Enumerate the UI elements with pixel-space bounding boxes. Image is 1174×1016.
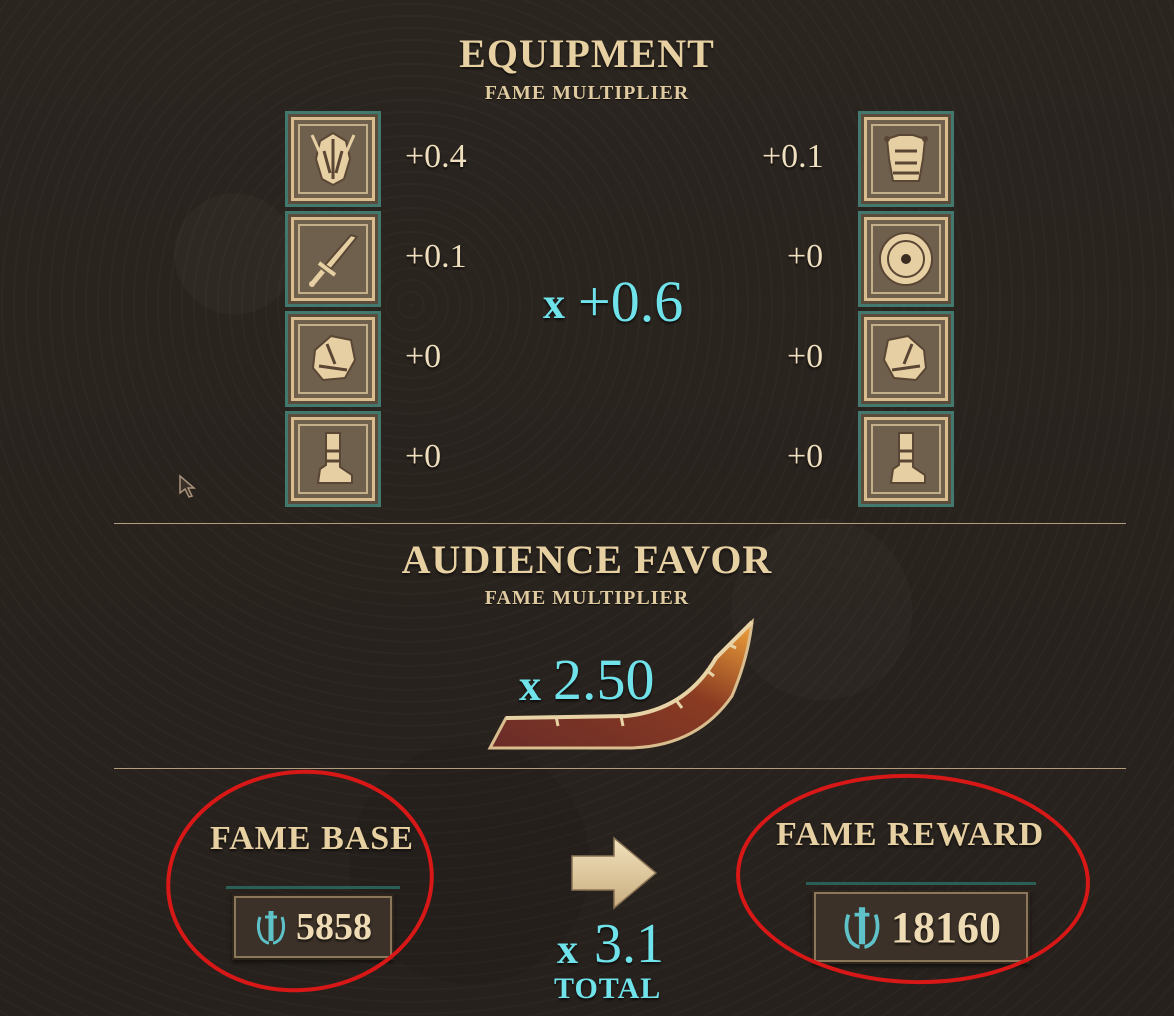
equipment-total-value: +0.6 [578,269,684,334]
equipment-slot-gauntlet-left[interactable] [285,311,381,407]
equipment-slot-helmet-left[interactable] [285,111,381,207]
equipment-title: EQUIPMENT [459,31,715,76]
cursor-icon [179,474,197,498]
sword-icon [309,233,359,287]
equipment-slot-chest-right[interactable] [858,111,954,207]
equipment-value-shield-right: +0 [787,238,824,275]
helmet-icon [310,131,356,187]
section-divider-top [114,523,1126,524]
arrow-right-icon [571,836,658,910]
equipment-value-gauntlet-right: +0 [787,338,824,375]
total-label: TOTAL [554,972,662,1005]
shield-icon [879,232,933,286]
equipment-value-chest-right: +0.1 [762,138,824,175]
section-divider-bottom [114,768,1126,769]
total-value: 3.1 [594,913,664,975]
equipment-slot-boots-right[interactable] [858,411,954,507]
equipment-value-boots-left: +0 [405,438,442,475]
red-annotation-fame-base [155,756,445,1006]
equipment-total-prefix: x [543,279,565,328]
boot-icon [889,432,926,484]
equipment-slot-gauntlet-right[interactable] [858,311,954,407]
red-annotation-fame-reward [732,767,1094,991]
audience-prefix: x [519,661,541,710]
audience-value: 2.50 [553,647,655,712]
equipment-value-boots-right: +0 [787,438,824,475]
equipment-value-weapon-left: +0.1 [405,238,467,275]
gauntlet-icon [311,334,357,382]
equipment-value-helmet-left: +0.4 [405,138,467,175]
equipment-slot-shield-right[interactable] [858,211,954,307]
equipment-slot-boots-left[interactable] [285,411,381,507]
equipment-slot-weapon-left[interactable] [285,211,381,307]
total-prefix: x [557,927,578,973]
boot-icon [316,432,353,484]
equipment-value-gauntlet-left: +0 [405,338,442,375]
audience-title: AUDIENCE FAVOR [401,537,773,582]
audience-subtitle: FAME MULTIPLIER [484,587,690,609]
equipment-subtitle: FAME MULTIPLIER [484,82,690,104]
chest-armor-icon [884,134,928,182]
gauntlet-icon [882,334,928,382]
